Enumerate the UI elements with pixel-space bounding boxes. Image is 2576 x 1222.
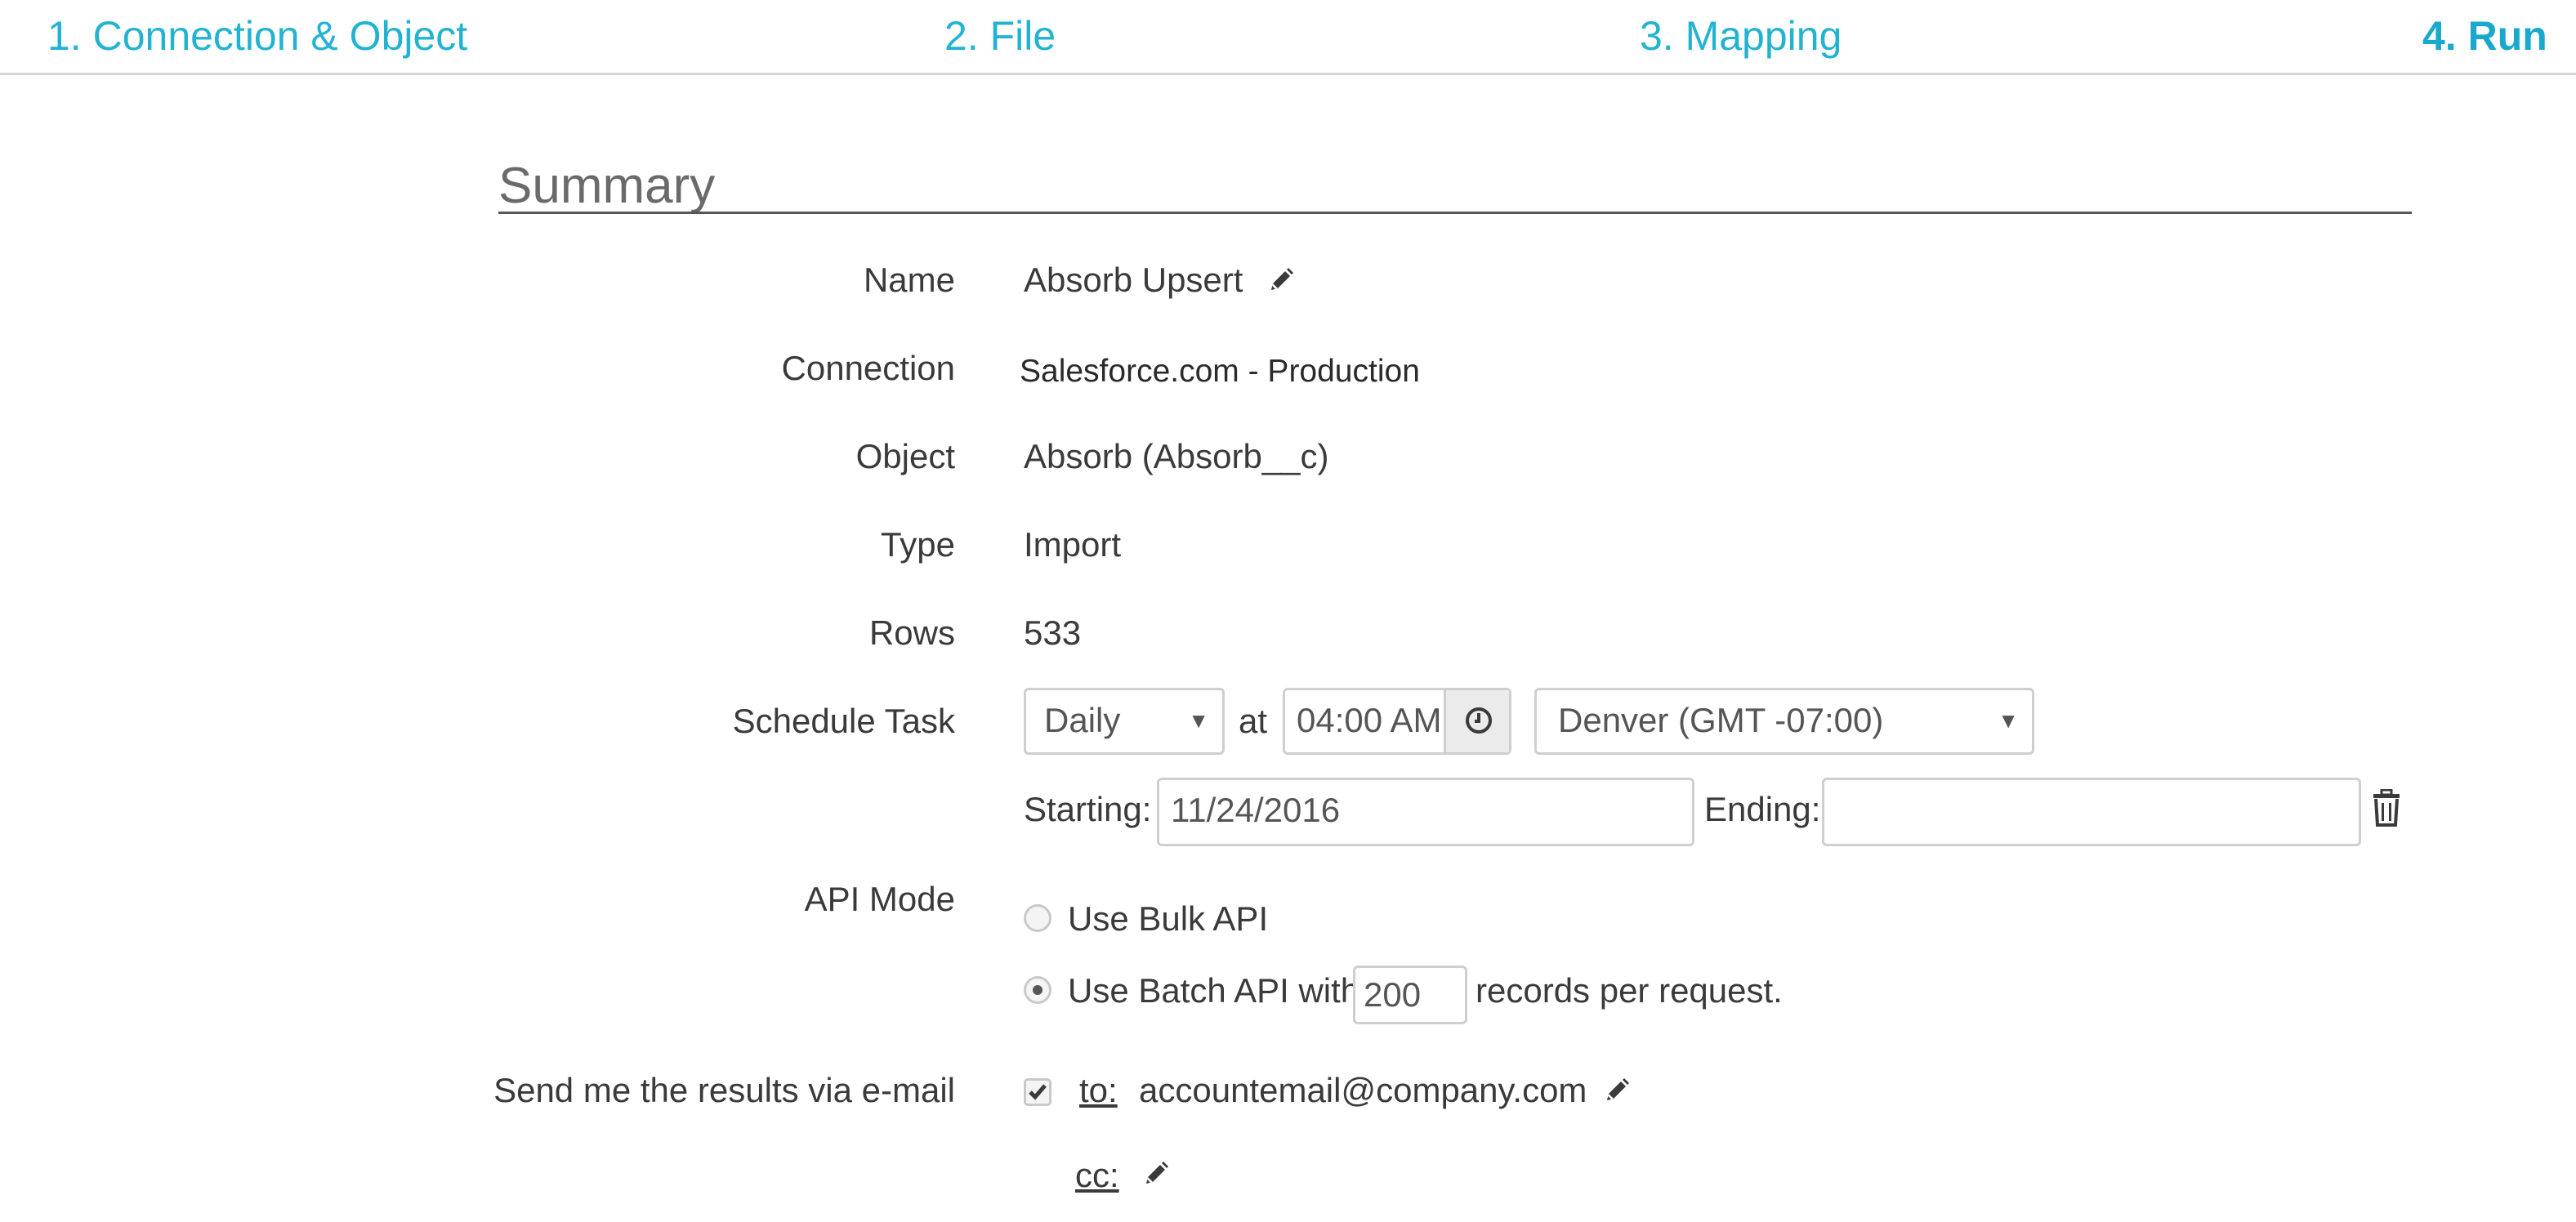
email-to-link[interactable]: to: <box>1079 1070 1118 1111</box>
type-label: Type <box>880 525 955 564</box>
rows-label: Rows <box>868 613 955 652</box>
step-connection-object[interactable]: 1. Connection & Object <box>47 11 467 60</box>
starting-label: Starting: <box>1024 790 1152 828</box>
ending-date-input[interactable] <box>1822 778 2361 846</box>
bulk-api-radio[interactable] <box>1024 904 1051 932</box>
object-label: Object <box>855 437 955 475</box>
time-value: 04:00 AM <box>1297 701 1442 739</box>
batch-size-input[interactable]: 200 <box>1353 966 1467 1024</box>
email-checkbox[interactable] <box>1024 1078 1051 1106</box>
email-to-row: accountemail@company.com <box>1139 1070 1631 1111</box>
connection-label: Connection <box>781 349 955 387</box>
pencil-icon[interactable] <box>1142 1160 1170 1188</box>
starting-date-input[interactable]: 11/24/2016 <box>1157 778 1694 846</box>
summary-title: Summary <box>498 158 716 214</box>
checkmark-icon <box>1029 1084 1047 1100</box>
clock-icon <box>1466 707 1492 734</box>
frequency-select[interactable]: Daily ▼ <box>1024 688 1225 755</box>
batch-suffix-label: records per request. <box>1476 971 1783 1010</box>
caret-down-icon: ▼ <box>1998 708 2019 733</box>
object-value: Absorb (Absorb__c) <box>1024 437 1329 475</box>
name-value: Absorb Upsert <box>1024 261 1243 299</box>
wizard-steps: 1. Connection & Object 2. File 3. Mappin… <box>0 0 2576 75</box>
batch-size-value: 200 <box>1364 975 1422 1014</box>
email-cc-link[interactable]: cc: <box>1075 1155 1119 1196</box>
connection-value: Salesforce.com - Production <box>1020 354 1420 389</box>
clock-button[interactable] <box>1444 690 1509 752</box>
frequency-value: Daily <box>1044 701 1121 739</box>
timezone-select[interactable]: Denver (GMT -07:00) ▼ <box>1534 688 2034 755</box>
summary-divider <box>498 212 2412 214</box>
step-mapping[interactable]: 3. Mapping <box>1640 11 1842 60</box>
schedule-label: Schedule Task <box>732 702 955 740</box>
batch-api-label[interactable]: Use Batch API with <box>1068 970 1359 1011</box>
name-label: Name <box>863 261 955 299</box>
starting-date-value: 11/24/2016 <box>1171 791 1341 829</box>
caret-down-icon: ▼ <box>1188 708 1209 733</box>
ending-label: Ending: <box>1704 790 1821 828</box>
rows-value: 533 <box>1024 613 1082 652</box>
bulk-api-label[interactable]: Use Bulk API <box>1068 899 1268 939</box>
timezone-value: Denver (GMT -07:00) <box>1558 701 1884 739</box>
api-mode-label: API Mode <box>804 880 955 918</box>
email-to-value: accountemail@company.com <box>1139 1071 1587 1109</box>
trash-icon[interactable] <box>2372 788 2401 827</box>
step-run[interactable]: 4. Run <box>2422 11 2547 60</box>
email-label: Send me the results via e-mail <box>493 1071 955 1109</box>
time-input[interactable]: 04:00 AM <box>1283 688 1511 755</box>
pencil-icon[interactable] <box>1267 262 1295 290</box>
step-file[interactable]: 2. File <box>944 11 1056 60</box>
at-label: at <box>1239 702 1268 740</box>
batch-api-radio[interactable] <box>1024 976 1051 1004</box>
pencil-icon[interactable] <box>1603 1073 1631 1100</box>
name-value-row: Absorb Upsert <box>1024 260 1295 301</box>
radio-selected-dot <box>1033 985 1042 995</box>
type-value: Import <box>1024 525 1122 564</box>
